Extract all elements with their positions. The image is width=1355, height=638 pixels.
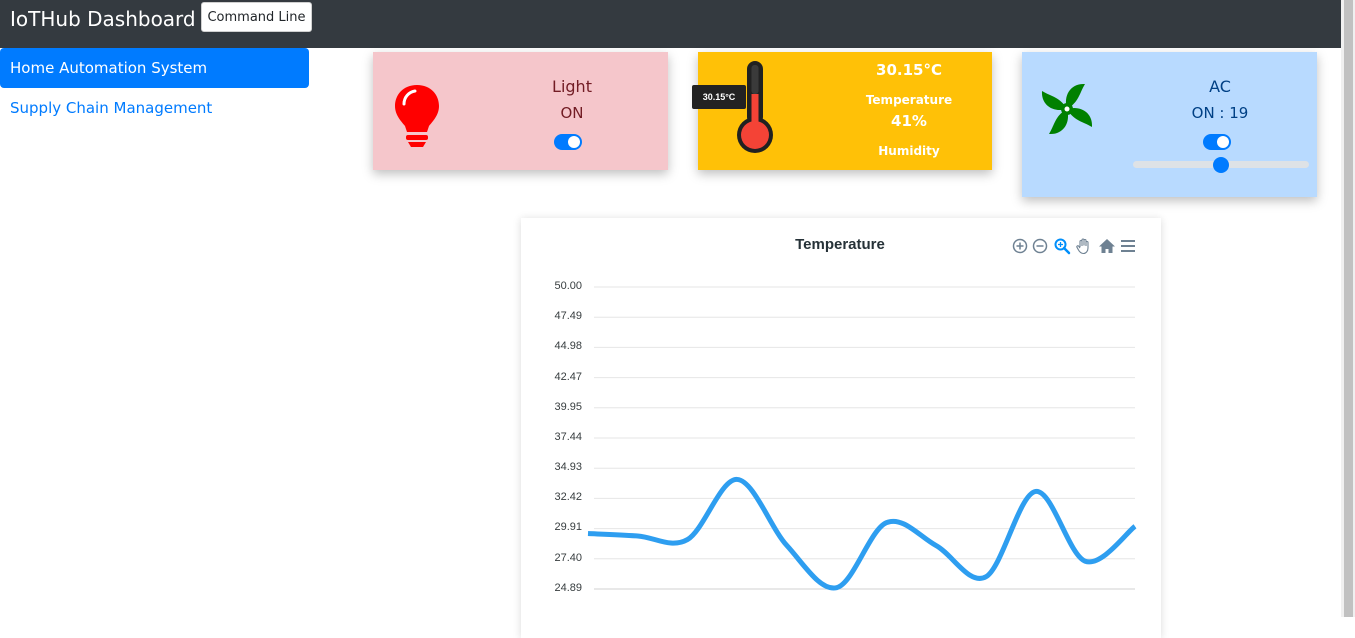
temperature-series-line xyxy=(587,476,1137,591)
chart-plot-area xyxy=(587,286,1137,591)
